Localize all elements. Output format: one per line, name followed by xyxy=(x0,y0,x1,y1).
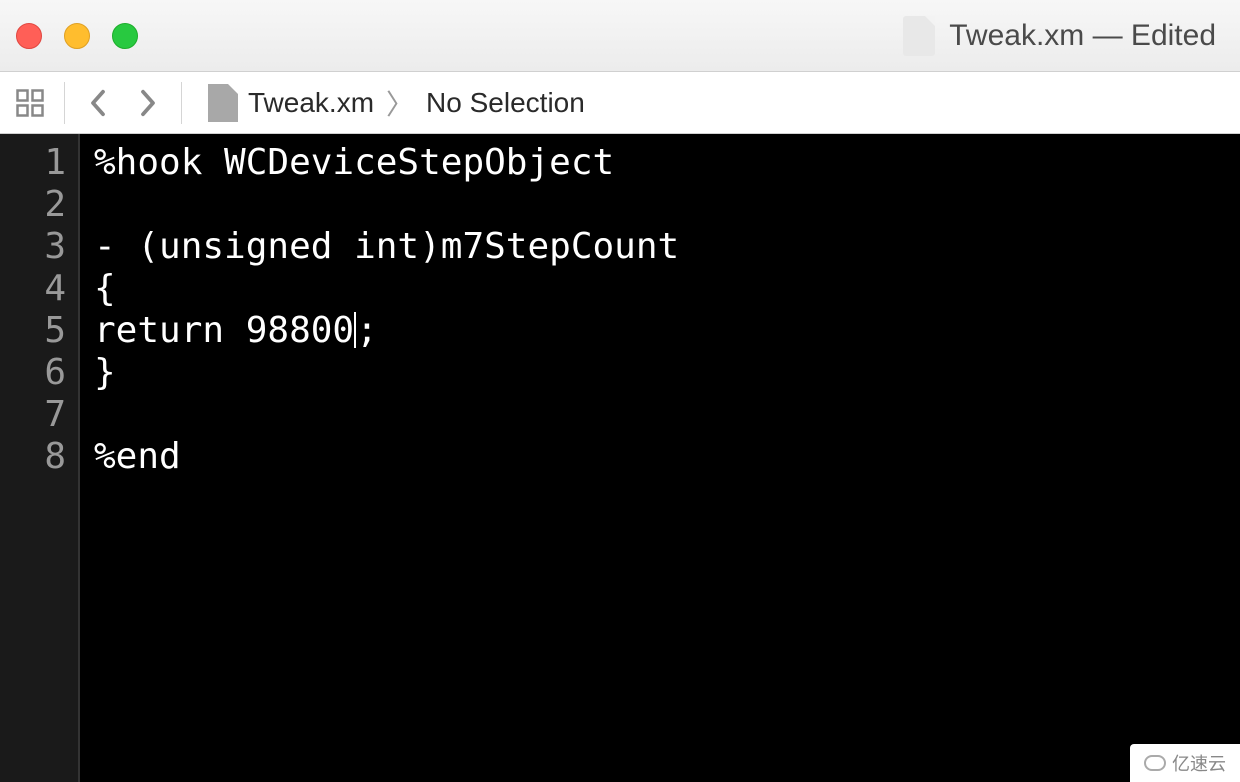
breadcrumb-selection[interactable]: No Selection xyxy=(426,87,585,119)
window-title-section: Tweak.xm — Edited xyxy=(903,16,1216,56)
line-number: 4 xyxy=(0,268,66,310)
code-line[interactable]: %end xyxy=(94,436,1226,478)
window-title: Tweak.xm — Edited xyxy=(949,19,1216,53)
line-number: 6 xyxy=(0,352,66,394)
breadcrumb-bar: Tweak.xm 〉 No Selection xyxy=(0,72,1240,134)
watermark-text: 亿速云 xyxy=(1172,750,1226,776)
code-line[interactable]: %hook WCDeviceStepObject xyxy=(94,142,1226,184)
file-icon xyxy=(903,16,935,56)
minimize-button[interactable] xyxy=(64,23,90,49)
code-line[interactable]: { xyxy=(94,268,1226,310)
line-number-gutter: 12345678 xyxy=(0,134,80,782)
close-button[interactable] xyxy=(16,23,42,49)
nav-back-button[interactable] xyxy=(73,78,123,128)
code-editor[interactable]: 12345678 %hook WCDeviceStepObject - (unsi… xyxy=(0,134,1240,782)
line-number: 5 xyxy=(0,310,66,352)
line-number: 7 xyxy=(0,394,66,436)
nav-forward-button[interactable] xyxy=(123,78,173,128)
divider xyxy=(181,82,182,124)
code-line[interactable]: - (unsigned int)m7StepCount xyxy=(94,226,1226,268)
code-area[interactable]: %hook WCDeviceStepObject - (unsigned int)… xyxy=(80,134,1240,782)
maximize-button[interactable] xyxy=(112,23,138,49)
line-number: 3 xyxy=(0,226,66,268)
cloud-icon xyxy=(1144,755,1166,771)
line-number: 1 xyxy=(0,142,66,184)
related-items-icon[interactable] xyxy=(10,83,50,123)
divider xyxy=(64,82,65,124)
line-number: 8 xyxy=(0,436,66,478)
code-line[interactable]: } xyxy=(94,352,1226,394)
code-line[interactable] xyxy=(94,394,1226,436)
text-cursor xyxy=(354,312,356,348)
line-number: 2 xyxy=(0,184,66,226)
traffic-lights xyxy=(16,23,138,49)
window-titlebar: Tweak.xm — Edited xyxy=(0,0,1240,72)
breadcrumb-file[interactable]: Tweak.xm xyxy=(248,87,374,119)
file-icon xyxy=(208,84,238,122)
code-line[interactable]: return 98800; xyxy=(94,310,1226,352)
breadcrumb[interactable]: Tweak.xm 〉 No Selection xyxy=(248,83,585,123)
watermark: 亿速云 xyxy=(1130,744,1240,782)
chevron-right-icon: 〉 xyxy=(386,83,414,123)
code-line[interactable] xyxy=(94,184,1226,226)
